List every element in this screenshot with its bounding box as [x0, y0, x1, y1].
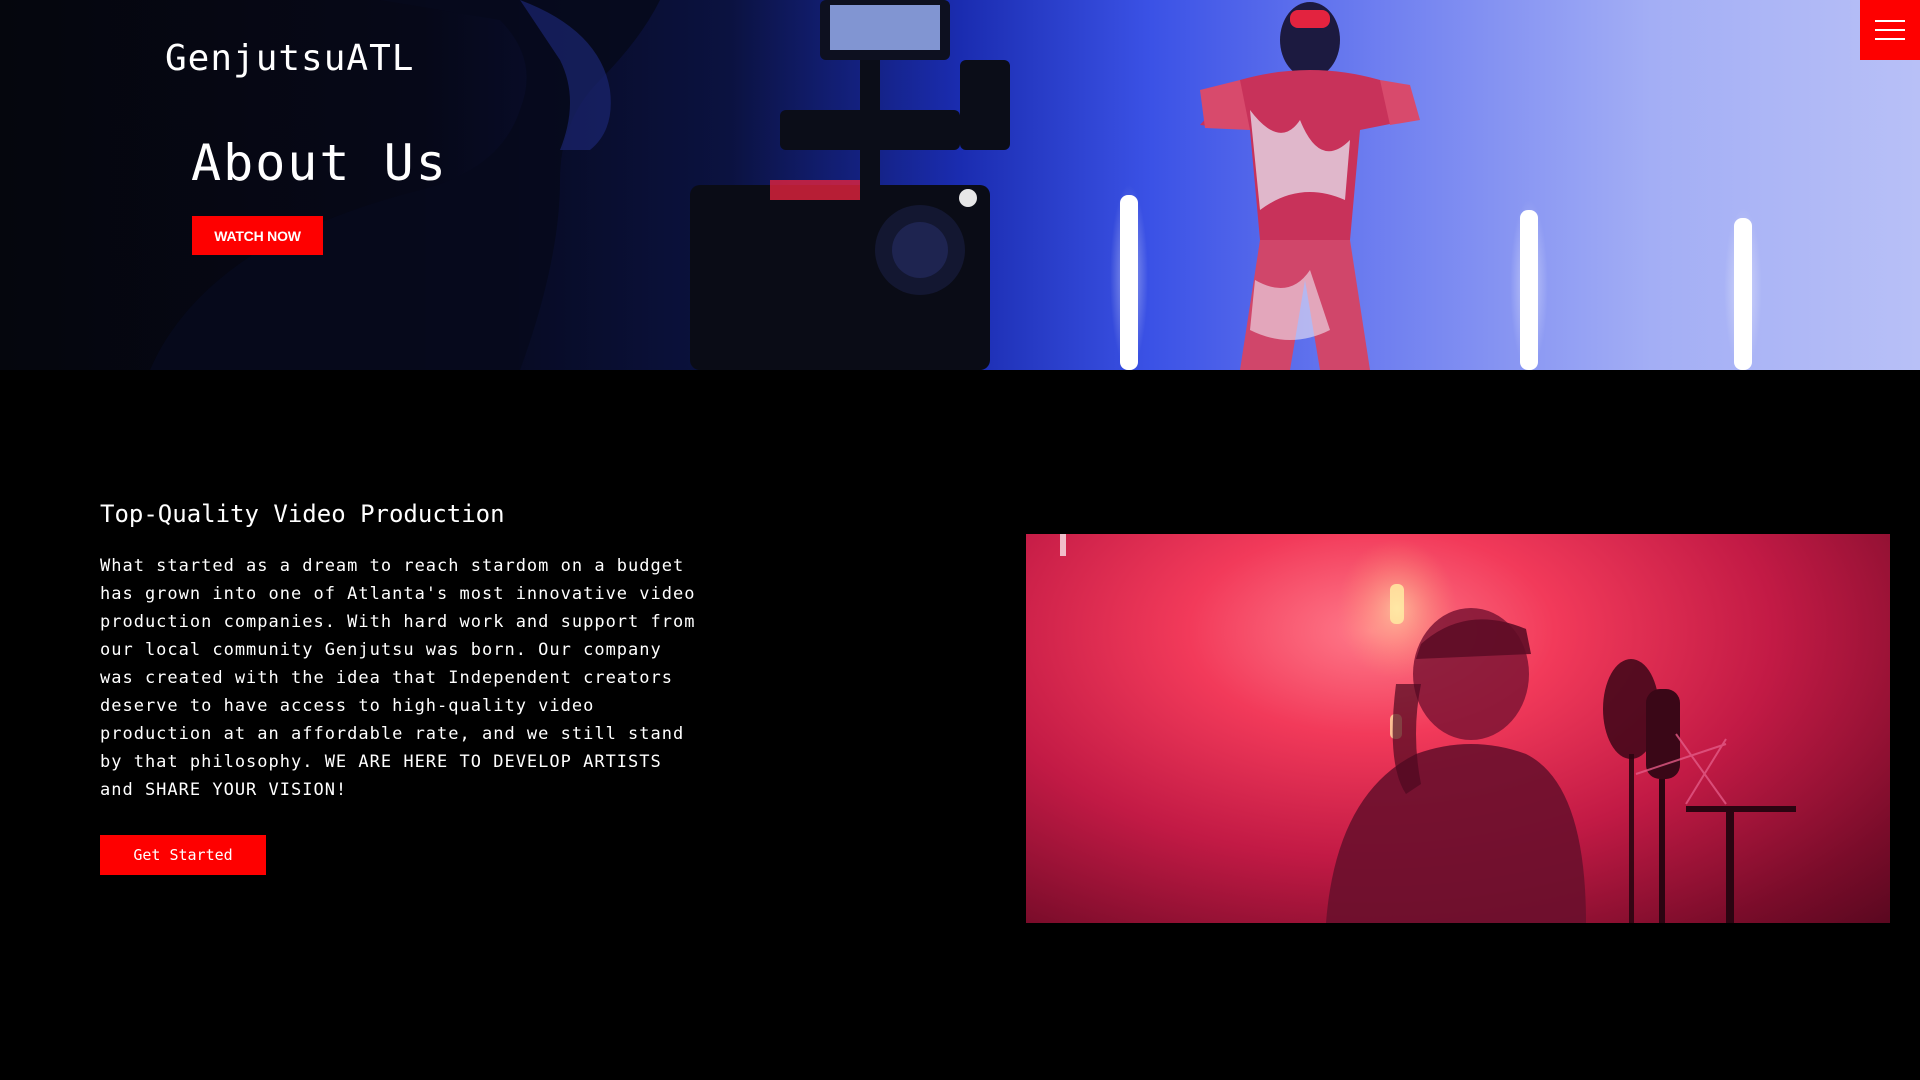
brand-logo[interactable]: GenjutsuATL — [165, 38, 414, 79]
studio-photo — [1026, 534, 1890, 923]
section-body-text: What started as a dream to reach stardom… — [100, 556, 696, 800]
section-heading: Top-Quality Video Production — [100, 500, 505, 528]
hamburger-menu-icon — [1875, 38, 1905, 40]
hamburger-menu-icon — [1875, 20, 1905, 22]
hero-banner: GenjutsuATL About Us WATCH NOW — [0, 0, 1920, 370]
page-title: About Us — [191, 134, 448, 192]
hamburger-menu-icon — [1875, 29, 1905, 31]
watch-now-button[interactable]: WATCH NOW — [192, 216, 323, 255]
menu-button[interactable] — [1860, 0, 1920, 60]
get-started-button[interactable]: Get Started — [100, 835, 266, 875]
studio-photo-art — [1060, 534, 1796, 923]
